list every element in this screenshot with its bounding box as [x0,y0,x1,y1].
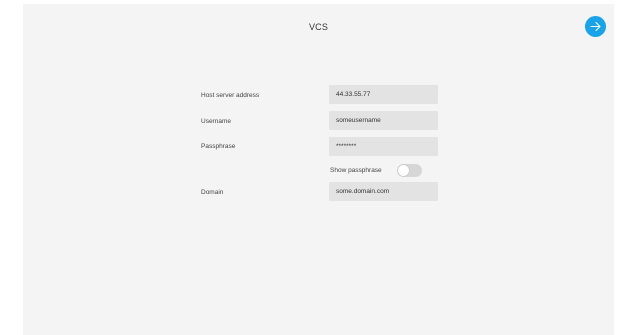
toggle-knob [398,165,409,176]
page-title: VCS [308,22,329,32]
settings-panel: VCS Host server address Username Passphr… [23,4,614,335]
host-input[interactable] [329,85,438,104]
domain-input[interactable] [329,182,438,201]
username-label: Username [201,118,231,125]
show-passphrase-toggle[interactable] [397,164,422,177]
next-button[interactable] [585,16,606,37]
domain-label: Domain [201,189,224,196]
arrow-right-icon [590,22,601,31]
show-passphrase-label: Show passphrase [330,167,382,174]
passphrase-label: Passphrase [201,143,236,150]
passphrase-input[interactable] [329,137,438,156]
host-label: Host server address [201,92,260,99]
username-input[interactable] [329,111,438,130]
